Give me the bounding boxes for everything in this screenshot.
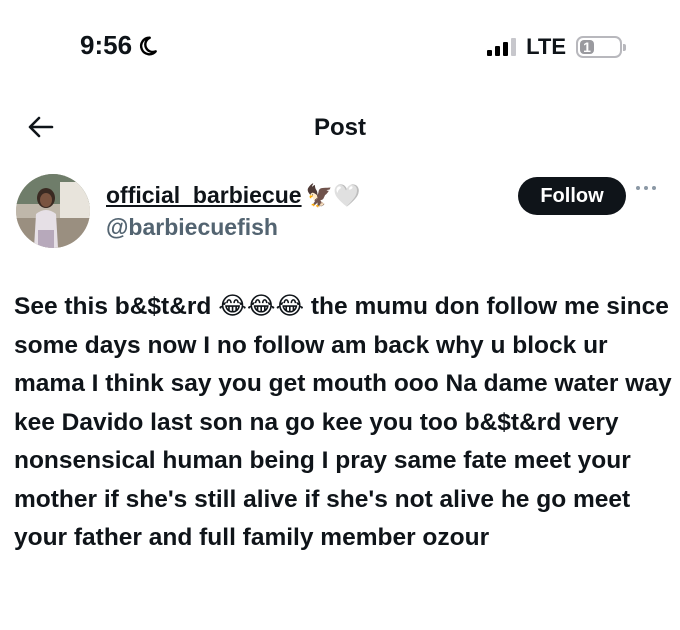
avatar-image bbox=[16, 174, 90, 248]
status-time: 9:56 bbox=[80, 30, 133, 60]
display-name[interactable]: official_barbiecue bbox=[106, 182, 302, 209]
signal-icon bbox=[487, 38, 517, 56]
moon-icon bbox=[140, 36, 157, 55]
post-text: See this b&$t&rd 😂😂😂 the mumu don follow… bbox=[14, 293, 679, 551]
status-indicators: LTE 1 bbox=[487, 34, 626, 60]
more-horizontal-icon[interactable] bbox=[636, 186, 656, 190]
follow-button[interactable]: Follow bbox=[518, 177, 626, 215]
name-emojis: 🦅🤍 bbox=[305, 182, 361, 208]
page-title: Post bbox=[313, 114, 366, 141]
status-time-group: 9:56 bbox=[80, 30, 158, 61]
post-screen: 9:56 LTE 1 Post official_barbiecue 🦅🤍 @b… bbox=[0, 0, 680, 630]
display-name-row: official_barbiecue 🦅🤍 bbox=[106, 182, 360, 209]
user-handle[interactable]: @barbiecuefish bbox=[106, 214, 278, 241]
network-type: LTE bbox=[526, 34, 566, 59]
avatar[interactable] bbox=[16, 174, 90, 248]
battery-level: 1 bbox=[580, 39, 594, 55]
battery-icon: 1 bbox=[576, 36, 626, 58]
